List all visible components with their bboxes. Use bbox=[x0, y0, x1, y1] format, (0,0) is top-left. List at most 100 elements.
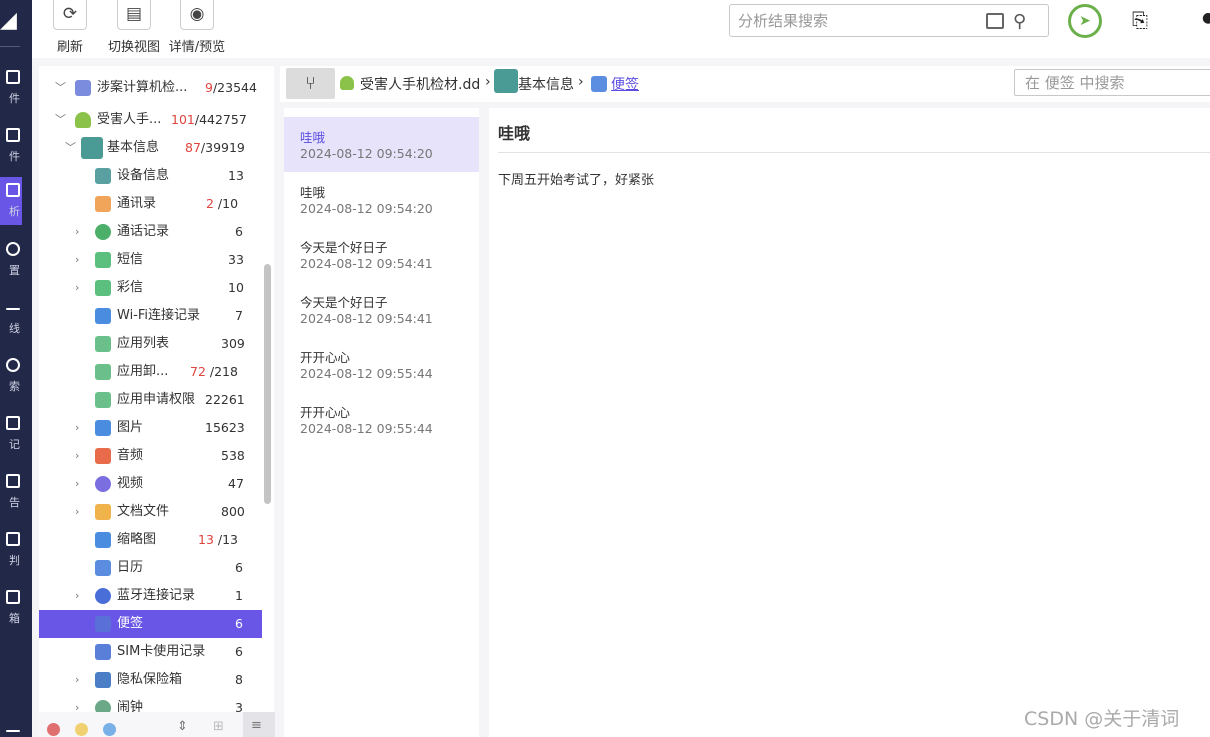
tree-count-total: 22261 bbox=[205, 392, 245, 407]
thumbnail-icon bbox=[95, 532, 111, 548]
chevron-right-icon[interactable]: › bbox=[75, 246, 79, 274]
chevron-right-icon[interactable]: › bbox=[75, 274, 79, 302]
tree-item-count: 87/39919 bbox=[185, 134, 245, 162]
audio-icon bbox=[95, 448, 111, 464]
tree-count-red: 13 bbox=[198, 532, 214, 547]
tree-item-app-permission[interactable]: 应用申请权限 22261 bbox=[39, 386, 262, 414]
tree-count-total: 33 bbox=[228, 252, 244, 267]
tree-item-audio[interactable]: › 音频 538 bbox=[39, 442, 262, 470]
analysis-search-input[interactable] bbox=[738, 11, 978, 31]
tree-item-label: Wi-Fi连接记录 bbox=[117, 308, 201, 323]
rail-item-1[interactable]: 件 bbox=[0, 64, 22, 112]
list-item[interactable]: 开开心心 2024-08-12 09:55:44 bbox=[284, 337, 479, 392]
tree-item-count: 9/23544 bbox=[205, 74, 257, 102]
tree-item-device-info[interactable]: 设备信息 13 bbox=[39, 162, 262, 190]
refresh-button[interactable]: ⟳ 刷新 bbox=[52, 0, 88, 58]
rail-item-2[interactable]: 件 bbox=[0, 122, 22, 170]
chevron-right-icon[interactable]: › bbox=[75, 582, 79, 610]
notes-search-input[interactable] bbox=[1025, 74, 1205, 92]
list-item[interactable]: 今天是个好日子 2024-08-12 09:54:41 bbox=[284, 282, 479, 337]
tree-item-bluetooth[interactable]: › 蓝牙连接记录 1 bbox=[39, 582, 262, 610]
tree-scrollbar[interactable] bbox=[264, 264, 271, 504]
breadcrumb-item[interactable]: 基本信息 bbox=[518, 74, 574, 94]
tree-item-notes[interactable]: 便签 6 bbox=[39, 610, 262, 638]
list-view-icon[interactable]: ≡ bbox=[243, 712, 275, 737]
breadcrumb-current[interactable]: 便签 bbox=[611, 74, 639, 94]
list-item[interactable]: 今天是个好日子 2024-08-12 09:54:41 bbox=[284, 227, 479, 282]
tree-item-private-vault[interactable]: › 隐私保险箱 8 bbox=[39, 666, 262, 694]
detail-preview-button[interactable]: ◉ 详情/预览 bbox=[164, 0, 230, 58]
rail-item-8[interactable]: 告 bbox=[0, 468, 22, 516]
tree-count-red: 2 bbox=[206, 196, 214, 211]
tree-item-label: 便签 bbox=[117, 616, 144, 631]
chevron-right-icon[interactable]: › bbox=[75, 414, 79, 442]
tree-item-sim[interactable]: SIM卡使用记录 6 bbox=[39, 638, 262, 666]
tree-item-call-log[interactable]: › 通话记录 6 bbox=[39, 218, 262, 246]
tree-item-thumbnails[interactable]: 缩略图 13 /13 bbox=[39, 526, 262, 554]
tree-item-documents[interactable]: › 文档文件 800 bbox=[39, 498, 262, 526]
tree-item-count: 6 bbox=[235, 610, 243, 638]
note-title: 开开心心 bbox=[300, 350, 351, 365]
rail-item-analysis[interactable]: 析 bbox=[0, 177, 22, 225]
collapse-icon[interactable]: ⇕ bbox=[177, 719, 188, 734]
red-dot-icon[interactable] bbox=[47, 723, 60, 736]
note-date: 2024-08-12 09:54:20 bbox=[300, 201, 433, 216]
tree-item-images[interactable]: › 图片 15623 bbox=[39, 414, 262, 442]
tree-count-total: 10 bbox=[228, 280, 244, 295]
calendar-icon bbox=[95, 560, 111, 576]
tree-item-label: 通讯录 bbox=[117, 196, 157, 211]
tree-item-video[interactable]: › 视频 47 bbox=[39, 470, 262, 498]
chevron-right-icon[interactable]: › bbox=[75, 498, 79, 526]
tree-item-app-uninstall[interactable]: 应用卸... 72 /218 bbox=[39, 358, 262, 386]
calendar-icon[interactable] bbox=[986, 13, 1004, 29]
app-uninstall-icon bbox=[95, 364, 111, 380]
list-item[interactable]: 哇哦 2024-08-12 09:54:20 bbox=[284, 117, 479, 172]
tree-item-mms[interactable]: › 彩信 10 bbox=[39, 274, 262, 302]
list-item[interactable]: 开开心心 2024-08-12 09:55:44 bbox=[284, 392, 479, 447]
chevron-down-icon[interactable]: ﹀ bbox=[65, 134, 76, 162]
tree-item-app-list[interactable]: 应用列表 309 bbox=[39, 330, 262, 358]
tree-item-label: 图片 bbox=[117, 420, 144, 435]
tree-item-computer[interactable]: ﹀ 涉案计算机检... 9/23544 bbox=[39, 74, 262, 102]
rail-item-5[interactable]: 线 bbox=[0, 294, 22, 342]
tree-item-wifi[interactable]: Wi-Fi连接记录 7 bbox=[39, 302, 262, 330]
note-date: 2024-08-12 09:54:41 bbox=[300, 256, 433, 271]
tree-item-count: 309 bbox=[221, 330, 245, 358]
chevron-right-icon[interactable]: › bbox=[75, 470, 79, 498]
rail-label: 告 bbox=[9, 496, 20, 509]
grid-view-icon[interactable]: ⊞ bbox=[213, 719, 224, 734]
user-icon[interactable]: ● bbox=[1202, 10, 1210, 26]
chevron-right-icon[interactable]: › bbox=[75, 218, 79, 246]
notes-list: 哇哦 2024-08-12 09:54:20 哇哦 2024-08-12 09:54… bbox=[284, 108, 479, 737]
switch-view-button[interactable]: ▤ 切换视图 bbox=[106, 0, 162, 58]
pin-icon[interactable]: ➤ bbox=[1068, 4, 1102, 38]
tree-item-basic-info[interactable]: ﹀ 基本信息 87/39919 bbox=[39, 134, 262, 162]
rail-menu-button[interactable] bbox=[0, 720, 22, 737]
export-icon[interactable]: ⎘ bbox=[1132, 8, 1148, 32]
tree-item-contacts[interactable]: 通讯录 2 /10 bbox=[39, 190, 262, 218]
rail-item-7[interactable]: 记 bbox=[0, 410, 22, 458]
rail-item-9[interactable]: 判 bbox=[0, 526, 22, 574]
tree-item-sms[interactable]: › 短信 33 bbox=[39, 246, 262, 274]
tree-item-victim-phone[interactable]: ﹀ 受害人手... 101/442757 bbox=[39, 106, 262, 134]
chevron-down-icon[interactable]: ﹀ bbox=[55, 106, 66, 134]
device-info-icon bbox=[95, 168, 111, 184]
branch-icon[interactable]: ⑂ bbox=[286, 68, 335, 99]
tree-item-count: 10 bbox=[228, 274, 244, 302]
rail-item-10[interactable]: 箱 bbox=[0, 584, 22, 632]
tree-item-label: 文档文件 bbox=[117, 504, 170, 519]
search-icon bbox=[6, 358, 20, 372]
chevron-right-icon[interactable]: › bbox=[75, 666, 79, 694]
chevron-down-icon[interactable]: ﹀ bbox=[55, 74, 66, 102]
breadcrumb-item[interactable]: 受害人手机检材.dd bbox=[360, 74, 480, 94]
yellow-dot-icon[interactable] bbox=[75, 723, 88, 736]
chevron-right-icon[interactable]: › bbox=[75, 442, 79, 470]
tree-item-label: 音频 bbox=[117, 448, 144, 463]
tree-item-count: 6 bbox=[235, 638, 243, 666]
rail-item-6[interactable]: 索 bbox=[0, 352, 22, 400]
tree-item-calendar[interactable]: 日历 6 bbox=[39, 554, 262, 582]
list-item[interactable]: 哇哦 2024-08-12 09:54:20 bbox=[284, 172, 479, 227]
blue-dot-icon[interactable] bbox=[103, 723, 116, 736]
search-icon[interactable]: ⚲ bbox=[1013, 11, 1026, 32]
rail-item-4[interactable]: 置 bbox=[0, 236, 22, 284]
